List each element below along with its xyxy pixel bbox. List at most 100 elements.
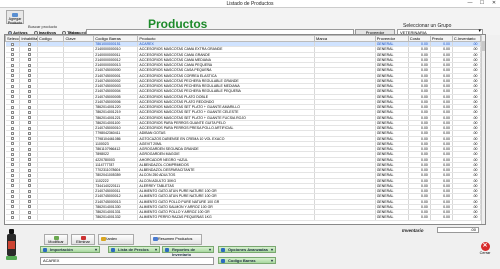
checkbox-icon	[11, 47, 15, 51]
checkbox-icon	[11, 53, 15, 57]
add-product-button[interactable]: Agregar Producto	[6, 10, 24, 25]
checkbox-icon	[11, 131, 15, 135]
checkbox-icon	[11, 210, 15, 214]
checkbox-icon	[27, 47, 31, 51]
modificar-label: Modificar	[48, 240, 64, 244]
checkbox-icon	[11, 121, 15, 125]
checkbox-icon	[11, 110, 15, 114]
checkbox-icon	[27, 116, 31, 120]
checkbox-icon	[11, 84, 15, 88]
checkbox-icon	[11, 100, 15, 104]
header-panel: Agregar Producto Buscar producto Activos…	[0, 8, 500, 36]
checkbox-icon	[11, 184, 15, 188]
chevron-down-icon: ▾	[154, 247, 157, 252]
checkbox-icon	[27, 142, 31, 146]
checkbox-icon	[27, 158, 31, 162]
vertical-scrollbar[interactable]	[481, 35, 485, 224]
checkbox-icon	[27, 179, 31, 183]
disable-checkbox[interactable]	[19, 214, 38, 221]
inventario-value: .00	[437, 227, 479, 233]
checkbox-icon	[27, 189, 31, 193]
column-header[interactable]: Inhabilitar	[19, 35, 38, 42]
price-list-icon	[111, 248, 115, 252]
lista-precios-button[interactable]: Lista de Precios ▾	[108, 246, 160, 253]
checkbox-icon	[11, 147, 15, 151]
checkbox-icon	[27, 100, 31, 104]
column-header[interactable]: C.Inventario	[451, 35, 481, 42]
importacion-button[interactable]: Importación ▾	[40, 246, 100, 253]
page-title: Productos	[148, 17, 208, 31]
checkbox-icon	[27, 200, 31, 204]
cerrar-label: Cerrar	[479, 251, 491, 255]
checkbox-icon	[27, 215, 31, 219]
products-table: SeleccionarInhabilitarCodigoClaveCodigo …	[4, 34, 486, 225]
summary-icon	[153, 237, 158, 241]
import-icon	[43, 248, 47, 252]
checkbox-icon	[27, 205, 31, 209]
close-window-button[interactable]: ✕	[490, 0, 498, 6]
checkbox-icon	[27, 168, 31, 172]
table-cell: 0.00	[430, 214, 453, 221]
checkbox-icon	[27, 152, 31, 156]
modificar-button[interactable]: Modificar	[44, 234, 68, 245]
checkbox-icon	[11, 116, 15, 120]
barcode-icon	[221, 259, 225, 263]
checkbox-icon	[11, 200, 15, 204]
checkbox-icon	[27, 137, 31, 141]
column-header[interactable]: Seleccionar	[5, 35, 21, 42]
checkbox-icon	[11, 42, 15, 46]
checkbox-icon	[27, 121, 31, 125]
checkbox-icon	[27, 126, 31, 130]
checkbox-icon	[27, 105, 31, 109]
checkbox-icon	[11, 179, 15, 183]
codigo-barras-label: Codigo Barras	[228, 258, 256, 263]
checkbox-icon	[11, 215, 15, 219]
eliminar-button[interactable]: Eliminar	[71, 234, 95, 245]
chevron-down-icon: ▾	[270, 247, 273, 252]
table-cell: GENERAL	[375, 214, 409, 221]
checkbox-icon	[27, 68, 31, 72]
checkbox-icon	[11, 205, 15, 209]
checkbox-icon	[27, 163, 31, 167]
settings-icon	[221, 248, 225, 252]
search-label: Buscar producto	[28, 24, 58, 29]
lista-precios-label: Lista de Precios	[118, 247, 149, 252]
checkbox-icon	[11, 126, 15, 130]
kardex-button[interactable]: Kardex	[98, 234, 134, 245]
minimize-button[interactable]: —	[466, 0, 474, 6]
checkbox-icon	[11, 68, 15, 72]
codigo-barras-button[interactable]: Codigo Barras ▾	[218, 257, 276, 264]
add-product-label: Agregar Producto	[7, 17, 23, 25]
checkbox-icon	[11, 58, 15, 62]
checkbox-icon	[11, 74, 15, 78]
checkbox-icon	[27, 89, 31, 93]
checkbox-icon	[27, 79, 31, 83]
checkbox-icon	[27, 210, 31, 214]
table-cell	[37, 214, 65, 221]
select-checkbox[interactable]	[5, 214, 21, 221]
importacion-label: Importación	[50, 247, 73, 252]
table-cell	[63, 214, 95, 221]
table-cell: 0.00	[408, 214, 431, 221]
selected-product-field[interactable]: ACAREX	[40, 257, 214, 265]
checkbox-icon	[11, 158, 15, 162]
resumen-button[interactable]: Resumen Productos	[150, 234, 202, 245]
scroll-thumb[interactable]	[482, 41, 485, 51]
opciones-avanzadas-button[interactable]: Opciones Avanzadas ▾	[218, 246, 276, 253]
checkbox-icon	[27, 173, 31, 177]
reportes-button[interactable]: Reportes de Inventario ▾	[162, 246, 214, 257]
checkbox-icon	[27, 53, 31, 57]
table-row[interactable]: 7862014001332 ALIMENTO PERRO RAZAS PEQUEÑ…	[5, 214, 485, 221]
maximize-button[interactable]: ☐	[478, 0, 486, 6]
checkbox-icon	[11, 168, 15, 172]
chevron-down-icon: ▾	[270, 258, 273, 263]
opciones-label: Opciones Avanzadas	[228, 247, 268, 252]
table-cell	[314, 214, 376, 221]
kardex-label: Kardex	[105, 237, 118, 241]
checkbox-icon	[27, 131, 31, 135]
checkbox-icon	[11, 142, 15, 146]
cerrar-button[interactable]: ✕ Cerrar	[476, 242, 494, 262]
checkbox-icon	[27, 84, 31, 88]
checkbox-icon	[27, 58, 31, 62]
resumen-label: Resumen Productos	[158, 237, 193, 241]
